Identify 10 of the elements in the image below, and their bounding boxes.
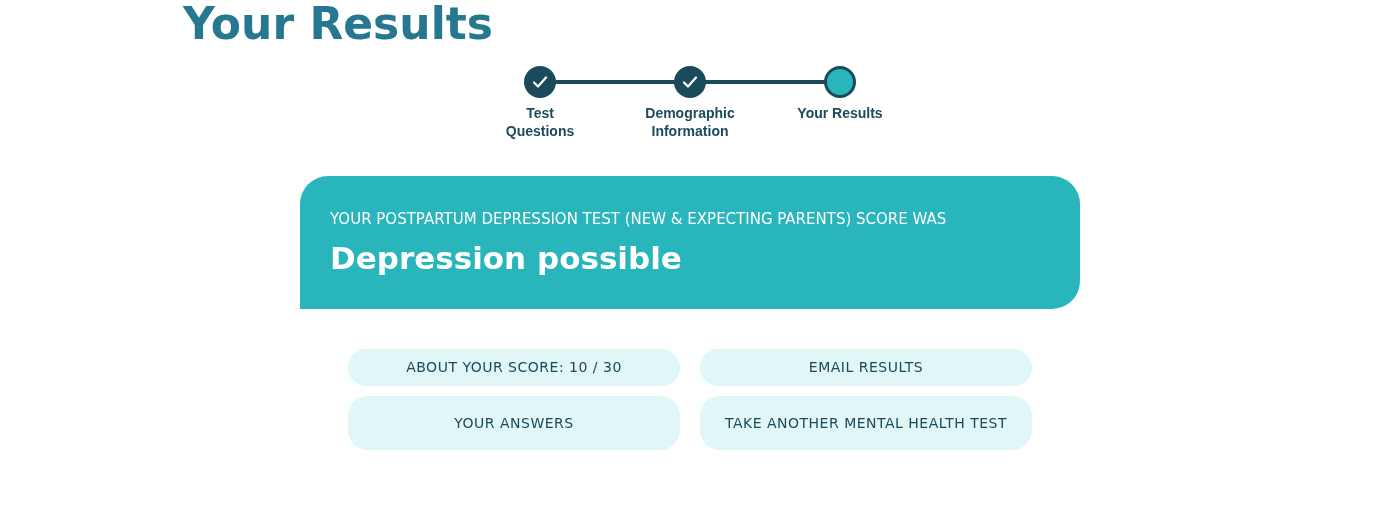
page-title: Your Results (183, 0, 494, 46)
result-caption: YOUR POSTPARTUM DEPRESSION TEST (NEW & EXPECTING PARENTS) SCORE WAS (330, 209, 948, 230)
action-button[interactable]: EMAIL RESULTS (700, 349, 1032, 386)
result-outcome: Depression possible (330, 238, 683, 278)
action-button[interactable]: YOUR ANSWERS (348, 396, 680, 450)
action-button[interactable]: ABOUT YOUR SCORE: 10 / 30 (348, 349, 680, 386)
step-label: Demographic Information (644, 104, 736, 140)
step-label: Test Questions (504, 104, 576, 140)
action-button[interactable]: TAKE ANOTHER MENTAL HEALTH TEST (700, 396, 1032, 450)
step-label: Your Results (797, 104, 883, 122)
